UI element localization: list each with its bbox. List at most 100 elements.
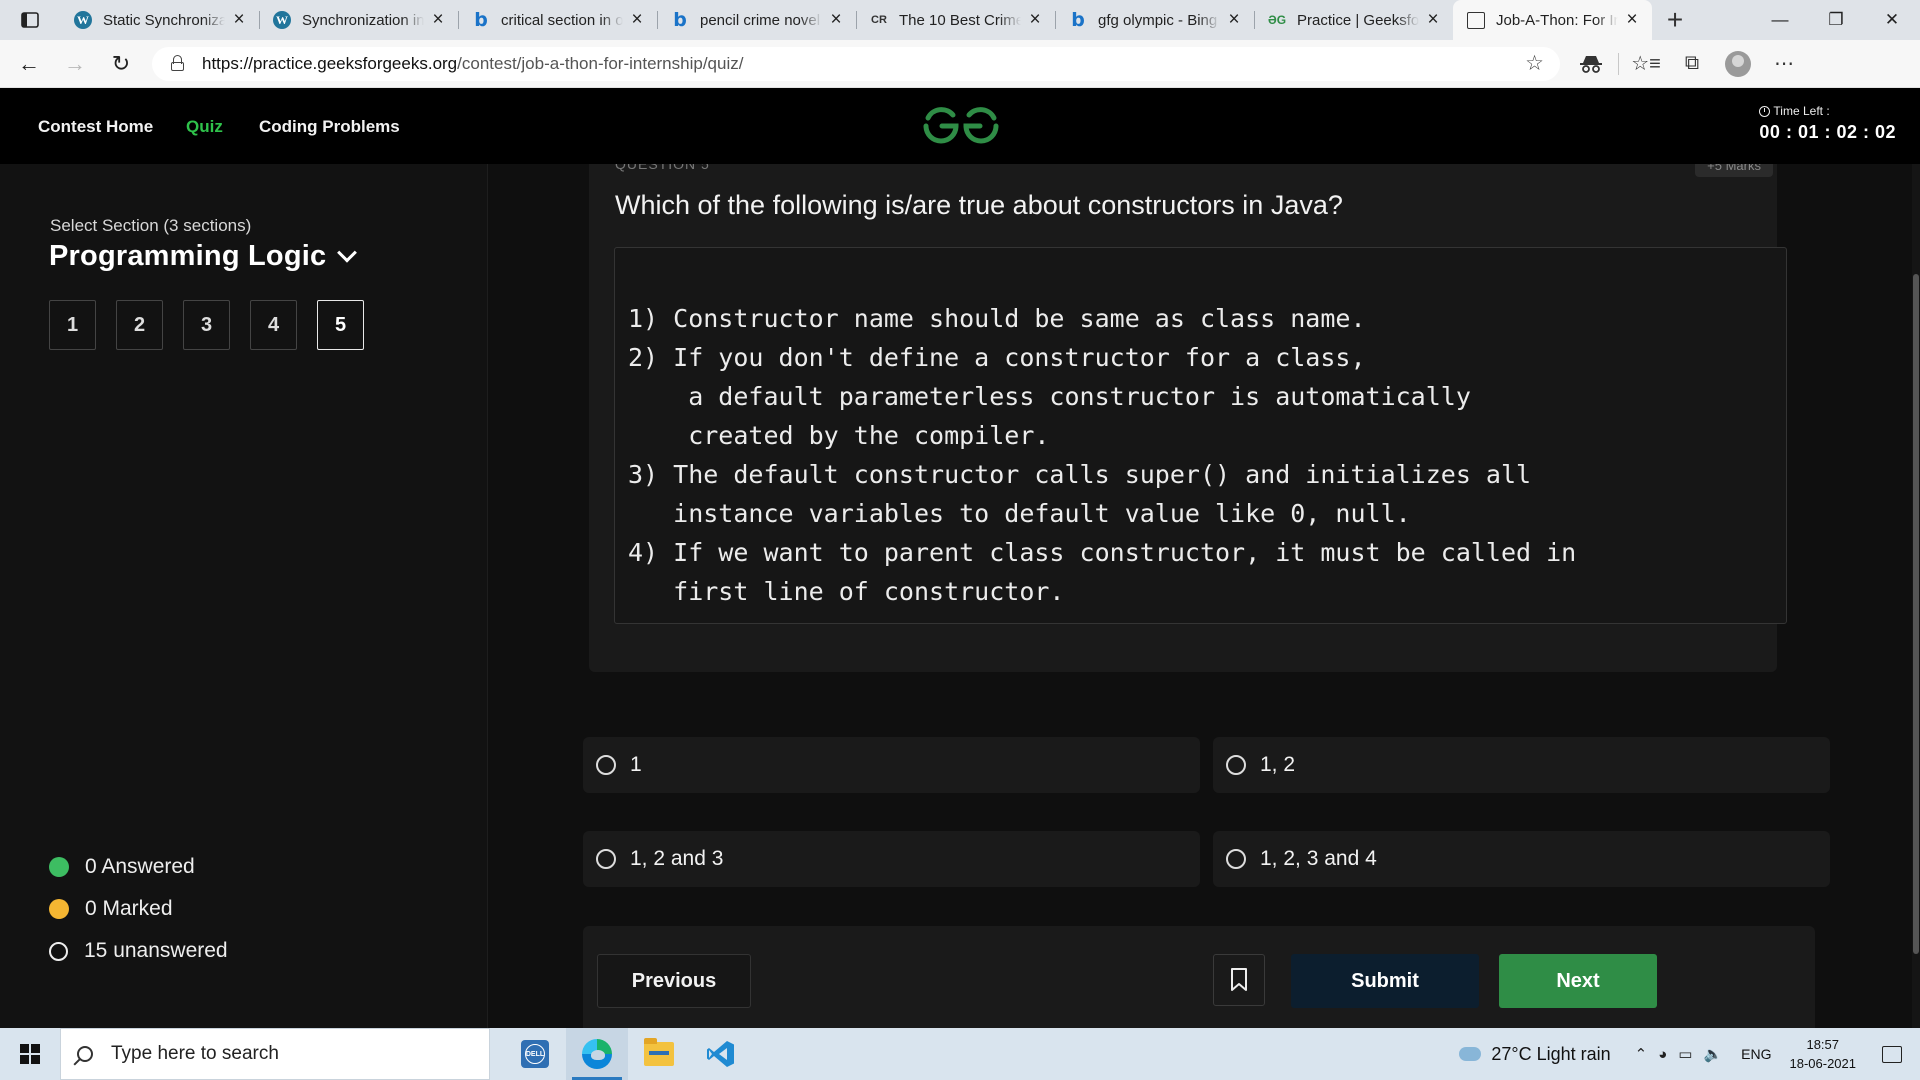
cloud-rain-icon: [1459, 1047, 1482, 1061]
url-text[interactable]: https://practice.geeksforgeeks.org/conte…: [202, 54, 743, 74]
option-2[interactable]: 1, 2: [1213, 737, 1830, 793]
nav-coding-problems[interactable]: Coding Problems: [259, 117, 400, 137]
browser-tab[interactable]: W Synchronization in Java ×: [259, 0, 458, 40]
previous-button[interactable]: Previous: [597, 954, 751, 1008]
toolbar-divider: [1618, 52, 1619, 75]
question-number-button[interactable]: 2: [116, 300, 163, 350]
close-tab-icon[interactable]: ×: [629, 9, 645, 31]
status-legend: 0 Answered 0 Marked 15 unanswered: [49, 846, 228, 972]
browser-tab[interactable]: b critical section in os ×: [458, 0, 657, 40]
question-label: QUESTION 5: [615, 164, 710, 172]
marks-badge: +5 Marks: [1695, 164, 1773, 177]
code-line: created by the compiler.: [628, 421, 1050, 450]
next-button[interactable]: Next: [1499, 954, 1657, 1008]
address-bar[interactable]: https://practice.geeksforgeeks.org/conte…: [152, 46, 1560, 81]
gfg-icon: ƏG: [1267, 13, 1287, 27]
more-dots-icon: ⋯: [1774, 53, 1794, 75]
bing-icon: b: [673, 9, 687, 31]
question-number-button[interactable]: 5: [317, 300, 364, 350]
minimize-button[interactable]: —: [1752, 0, 1808, 40]
refresh-button[interactable]: ↻: [104, 47, 138, 81]
clock[interactable]: 18:57 18-06-2021: [1790, 1035, 1857, 1073]
dell-icon: DELL: [521, 1040, 549, 1068]
browser-tab[interactable]: CR The 10 Best Crime Novels ×: [856, 0, 1055, 40]
close-tab-icon[interactable]: ×: [1226, 9, 1242, 31]
close-tab-icon[interactable]: ×: [430, 9, 446, 31]
option-3[interactable]: 1, 2 and 3: [583, 831, 1200, 887]
question-number-button[interactable]: 1: [49, 300, 96, 350]
windows-icon: [20, 1044, 40, 1064]
tab-title: Synchronization in Java: [302, 11, 424, 29]
extension-button[interactable]: [1568, 47, 1614, 81]
gfg-logo[interactable]: [920, 104, 1002, 148]
page-scrollbar[interactable]: [1912, 164, 1920, 1028]
code-line: 4) If we want to parent class constructo…: [628, 538, 1577, 567]
question-navigator: 12345: [49, 300, 364, 350]
restore-button[interactable]: ❐: [1808, 0, 1864, 40]
browser-tab[interactable]: ƏG Practice | GeeksforGeeks ×: [1254, 0, 1453, 40]
browser-tab[interactable]: b pencil crime novel ×: [657, 0, 856, 40]
close-window-button[interactable]: ✕: [1864, 0, 1920, 40]
chevron-up-icon[interactable]: ⌃: [1635, 1045, 1648, 1063]
new-tab-button[interactable]: +: [1652, 0, 1698, 40]
chevron-down-icon: [337, 242, 358, 263]
close-tab-icon[interactable]: ×: [231, 9, 247, 31]
taskbar-file-explorer[interactable]: [628, 1028, 690, 1080]
taskbar-edge-app[interactable]: [566, 1028, 628, 1080]
tab-actions-icon: [21, 12, 39, 28]
taskbar-dell-app[interactable]: DELL: [504, 1028, 566, 1080]
scrollbar-thumb[interactable]: [1913, 274, 1919, 954]
weather-widget[interactable]: 27°C Light rain: [1459, 1044, 1611, 1065]
option-label: 1, 2 and 3: [630, 847, 724, 870]
close-tab-icon[interactable]: ×: [1425, 9, 1441, 31]
radio-icon[interactable]: [596, 849, 616, 869]
profile-button[interactable]: [1715, 47, 1761, 81]
speaker-icon[interactable]: 🔈: [1703, 1045, 1722, 1063]
notification-icon[interactable]: [1882, 1045, 1902, 1063]
radio-icon[interactable]: [1226, 849, 1246, 869]
mark-for-review-button[interactable]: [1213, 954, 1265, 1006]
option-4[interactable]: 1, 2, 3 and 4: [1213, 831, 1830, 887]
browser-tab[interactable]: b gfg olympic - Bing ×: [1055, 0, 1254, 40]
add-favorite-icon[interactable]: ☆: [1525, 51, 1544, 76]
close-tab-icon[interactable]: ×: [1027, 9, 1043, 31]
back-button[interactable]: ←: [12, 47, 46, 81]
browser-tab[interactable]: W Static Synchronization ×: [60, 0, 259, 40]
forward-button[interactable]: →: [58, 47, 92, 81]
favorites-button[interactable]: ☆≡: [1623, 47, 1669, 81]
start-button[interactable]: [0, 1028, 60, 1080]
network-icon[interactable]: ◕: [1658, 1046, 1667, 1063]
timer-label-row: Time Left :: [1759, 104, 1896, 118]
taskbar-vscode[interactable]: [690, 1028, 752, 1080]
section-selector[interactable]: Programming Logic: [49, 240, 358, 273]
taskbar-search[interactable]: Type here to search: [60, 1028, 490, 1080]
radio-icon[interactable]: [596, 755, 616, 775]
code-line: 2) If you don't define a constructor for…: [628, 343, 1366, 372]
question-number-button[interactable]: 4: [250, 300, 297, 350]
language-indicator[interactable]: ENG: [1741, 1046, 1771, 1062]
marked-dot-icon: [49, 899, 69, 919]
code-line: a default parameterless constructor is a…: [628, 382, 1471, 411]
wordpress-icon: W: [273, 11, 291, 29]
submit-button[interactable]: Submit: [1291, 954, 1479, 1008]
tab-actions-button[interactable]: [0, 0, 60, 40]
browser-tab[interactable]: Job-A-Thon: For Internship ×: [1453, 0, 1652, 40]
marked-count: 0 Marked: [85, 897, 173, 920]
tab-title: Static Synchronization: [103, 11, 225, 29]
clock-date: 18-06-2021: [1789, 1056, 1857, 1071]
option-1[interactable]: 1: [583, 737, 1200, 793]
section-hint: Select Section (3 sections): [50, 216, 252, 235]
collections-button[interactable]: ⧉: [1669, 47, 1715, 81]
radio-icon[interactable]: [1226, 755, 1246, 775]
legend-answered: 0 Answered: [49, 846, 228, 888]
battery-icon[interactable]: ▭: [1678, 1045, 1692, 1063]
bing-icon: b: [1071, 9, 1085, 31]
settings-more-button[interactable]: ⋯: [1761, 47, 1807, 81]
question-number-button[interactable]: 3: [183, 300, 230, 350]
nav-contest-home[interactable]: Contest Home: [38, 117, 153, 137]
close-tab-icon[interactable]: ×: [1624, 9, 1640, 31]
search-icon: [77, 1046, 93, 1062]
nav-quiz[interactable]: Quiz: [186, 117, 223, 137]
close-tab-icon[interactable]: ×: [828, 9, 844, 31]
code-line: instance variables to default value like…: [628, 499, 1411, 528]
